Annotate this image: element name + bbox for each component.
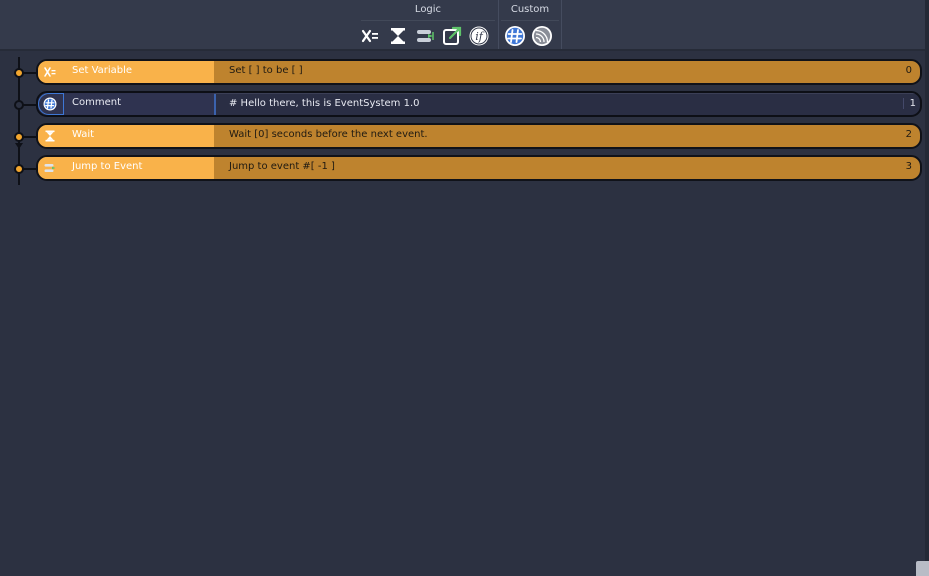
event-description: # Hello there, this is EventSystem 1.0 bbox=[229, 98, 420, 109]
go-to-scene-button[interactable] bbox=[441, 25, 463, 47]
toolbar-group-title: Logic bbox=[414, 4, 442, 15]
event-block[interactable]: Jump to Event Jump to event #[ -1 ] 3 bbox=[36, 155, 922, 181]
event-row[interactable]: Set Variable Set [ ] to be [ ] 0 bbox=[0, 58, 929, 86]
event-description: Wait [0] seconds before the next event. bbox=[229, 129, 428, 140]
toolbar-group-title: Custom bbox=[510, 4, 550, 15]
resize-grip[interactable] bbox=[916, 561, 929, 576]
event-header[interactable]: Comment bbox=[38, 93, 216, 115]
set-variable-button[interactable] bbox=[360, 25, 382, 47]
event-connector bbox=[22, 168, 36, 170]
jump-to-event-icon bbox=[44, 164, 56, 172]
event-index: 3 bbox=[905, 161, 912, 172]
comment-hash-icon bbox=[505, 26, 525, 46]
event-name: Wait bbox=[72, 129, 95, 140]
go-to-scene-icon bbox=[443, 26, 462, 45]
event-row[interactable]: Comment # Hello there, this is EventSyst… bbox=[0, 90, 929, 118]
jump-to-event-icon bbox=[417, 30, 434, 42]
event-connector bbox=[22, 104, 36, 106]
set-variable-icon bbox=[361, 29, 378, 43]
event-index: 0 bbox=[905, 65, 912, 76]
event-body[interactable]: Wait [0] seconds before the next event. … bbox=[214, 125, 920, 147]
event-description: Jump to event #[ -1 ] bbox=[229, 161, 335, 172]
comment-button[interactable] bbox=[504, 25, 526, 47]
event-editor: Logic if Custom Set Variable Set [] to … bbox=[0, 0, 929, 576]
event-header[interactable]: Wait bbox=[38, 125, 214, 147]
event-name: Comment bbox=[72, 97, 121, 108]
scrollbar-track[interactable] bbox=[925, 0, 929, 576]
event-block[interactable]: Wait Wait [0] seconds before the next ev… bbox=[36, 123, 922, 149]
event-header[interactable]: Jump to Event bbox=[38, 157, 214, 179]
wait-hourglass-icon bbox=[391, 28, 405, 44]
toolbar-divider bbox=[361, 20, 495, 21]
event-row[interactable]: Wait Wait [0] seconds before the next ev… bbox=[0, 122, 929, 150]
event-block[interactable]: Comment # Hello there, this is EventSyst… bbox=[36, 91, 922, 117]
set-variable-icon bbox=[44, 67, 56, 77]
toolbar-group-logic: Logic if bbox=[359, 0, 497, 49]
event-connector bbox=[22, 72, 36, 74]
toolbar: Logic if Custom bbox=[0, 0, 925, 51]
toolbar-divider bbox=[501, 20, 559, 21]
event-index: 2 bbox=[905, 129, 912, 140]
event-name: Jump to Event bbox=[72, 161, 143, 172]
wait-hourglass-icon bbox=[45, 130, 55, 142]
event-name: Set Variable bbox=[72, 65, 133, 76]
jump-to-event-button[interactable] bbox=[414, 25, 436, 47]
event-body[interactable]: Set [ ] to be [ ] 0 bbox=[214, 61, 920, 83]
event-index: 1 bbox=[902, 98, 916, 109]
event-connector bbox=[22, 136, 36, 138]
custom-event-icon bbox=[532, 26, 552, 46]
wait-button[interactable] bbox=[387, 25, 409, 47]
toolbar-group-custom: Custom bbox=[498, 0, 562, 49]
custom-event-button[interactable] bbox=[531, 25, 553, 47]
event-body[interactable]: Jump to event #[ -1 ] 3 bbox=[214, 157, 920, 179]
comment-hash-icon bbox=[43, 97, 57, 111]
event-row[interactable]: Jump to Event Jump to event #[ -1 ] 3 bbox=[0, 154, 929, 182]
event-header[interactable]: Set Variable bbox=[38, 61, 214, 83]
event-block[interactable]: Set Variable Set [ ] to be [ ] 0 bbox=[36, 59, 922, 85]
event-description: Set [ ] to be [ ] bbox=[229, 65, 303, 76]
event-body[interactable]: # Hello there, this is EventSystem 1.0 1 bbox=[214, 93, 920, 115]
condition-if-icon: if bbox=[469, 26, 489, 46]
condition-button[interactable]: if bbox=[468, 25, 490, 47]
